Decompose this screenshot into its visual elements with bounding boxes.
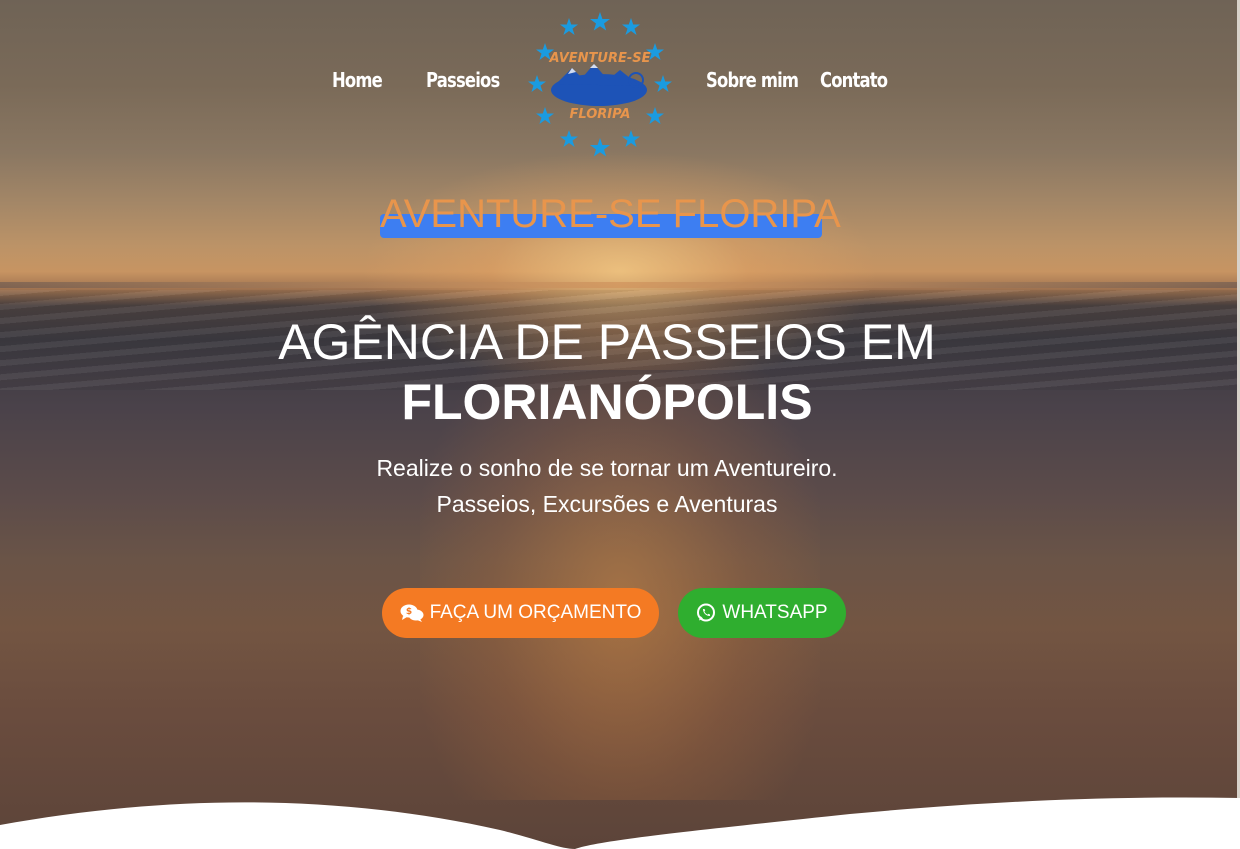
whatsapp-button[interactable]: WHATSAPP (678, 588, 846, 638)
headline-line-1: AGÊNCIA DE PASSEIOS EM (278, 314, 936, 370)
request-quote-button[interactable]: $ FAÇA UM ORÇAMENTO (382, 588, 659, 638)
hero-headline: AGÊNCIA DE PASSEIOS EM FLORIANÓPOLIS (200, 312, 1014, 432)
request-quote-label: FAÇA UM ORÇAMENTO (429, 602, 642, 623)
subtitle-line-2: Passeios, Excursões e Aventuras (436, 491, 778, 517)
subtitle-line-1: Realize o sonho de se tornar um Aventure… (376, 455, 838, 481)
nav-passeios[interactable]: Passeios (426, 68, 500, 92)
comments-dollar-icon: $ (400, 604, 424, 622)
whatsapp-icon (697, 603, 716, 622)
svg-text:$: $ (405, 607, 411, 617)
main-navigation: Home Passeios AVENTURE-SE FLORIPA Sobre … (0, 0, 1240, 170)
svg-text:AVENTURE-SE: AVENTURE-SE (549, 51, 651, 66)
brand-title: AVENTURE-SE FLORIPA (380, 192, 841, 240)
logo-emblem-icon: AVENTURE-SE FLORIPA (528, 12, 672, 157)
nav-sobre-mim[interactable]: Sobre mim (706, 68, 799, 92)
site-logo[interactable]: AVENTURE-SE FLORIPA (524, 10, 674, 160)
brand-text: AVENTURE-SE FLORIPA (380, 192, 841, 236)
hero-subtitle: Realize o sonho de se tornar um Aventure… (200, 450, 1014, 522)
svg-text:FLORIPA: FLORIPA (570, 107, 631, 122)
horizon-line (0, 282, 1240, 288)
whatsapp-label: WHATSAPP (722, 602, 828, 623)
nav-home[interactable]: Home (332, 68, 383, 92)
nav-contato[interactable]: Contato (820, 68, 888, 92)
headline-line-2: FLORIANÓPOLIS (401, 374, 813, 430)
hero-bottom-wave (0, 797, 1240, 849)
